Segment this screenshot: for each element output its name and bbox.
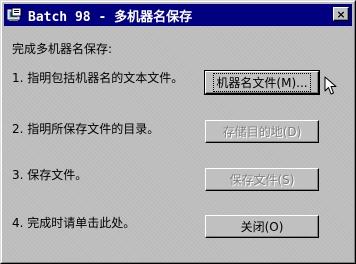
storage-destination-button[interactable]: 存储目的地(D) bbox=[205, 120, 319, 143]
close-window-button[interactable]: × bbox=[333, 7, 349, 21]
close-button[interactable]: 关闭(O) bbox=[205, 215, 319, 238]
window-title: Batch 98 - 多机器名保存 bbox=[28, 9, 193, 25]
mouse-pointer-icon bbox=[324, 76, 337, 95]
batch-app-icon bbox=[7, 7, 23, 23]
close-button-label: 关闭(O) bbox=[240, 220, 284, 234]
title-bar[interactable]: Batch 98 - 多机器名保存 × bbox=[4, 4, 352, 26]
machine-name-file-button-label: 机器名文件(M)... bbox=[213, 73, 311, 92]
batch98-window: Batch 98 - 多机器名保存 × 完成多机器名保存: 1. 指明包括机器名… bbox=[0, 0, 356, 264]
close-icon: × bbox=[336, 7, 346, 21]
storage-destination-button-label: 存储目的地(D) bbox=[222, 125, 302, 139]
step-3-label: 3. 保存文件。 bbox=[12, 168, 88, 182]
instructions-heading: 完成多机器名保存: bbox=[12, 42, 113, 56]
machine-name-file-button[interactable]: 机器名文件(M)... bbox=[204, 70, 320, 95]
step-2-label: 2. 指明所保存文件的目录。 bbox=[12, 122, 160, 136]
window-frame: Batch 98 - 多机器名保存 × 完成多机器名保存: 1. 指明包括机器名… bbox=[1, 1, 355, 263]
save-file-button[interactable]: 保存文件(S) bbox=[205, 168, 319, 191]
step-1-label: 1. 指明包括机器名的文本文件。 bbox=[12, 71, 184, 85]
save-file-button-label: 保存文件(S) bbox=[229, 173, 295, 187]
step-4-label: 4. 完成时请单击此处。 bbox=[12, 216, 136, 230]
